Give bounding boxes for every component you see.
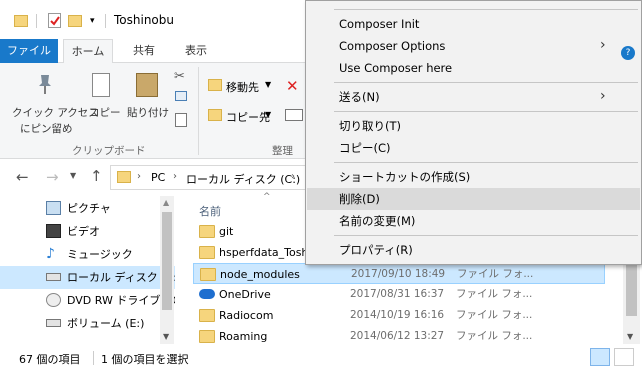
- menu-separator: [334, 82, 638, 83]
- group-clipboard-label: クリップボード: [72, 145, 146, 157]
- group-organize-label: 整理: [272, 145, 293, 157]
- window-title: Toshinobu: [114, 13, 174, 27]
- tab-view[interactable]: 表示: [172, 39, 220, 63]
- drive-icon: [46, 273, 61, 281]
- qat-separator: [36, 14, 37, 28]
- chevron-down-icon: ▼: [265, 80, 272, 89]
- scroll-up-icon[interactable]: ▲: [163, 198, 169, 207]
- menu-item-properties[interactable]: プロパティ(R): [307, 239, 640, 261]
- large-icons-view-icon[interactable]: [614, 348, 634, 366]
- scroll-thumb[interactable]: [162, 212, 172, 310]
- breadcrumb-separator-icon: ›: [137, 171, 141, 182]
- address-bar[interactable]: › PC › ローカル ディスク (C:) ›: [110, 165, 310, 190]
- up-arrow-icon[interactable]: ↑: [90, 167, 103, 185]
- copy-button[interactable]: コピー: [89, 105, 121, 120]
- menu-item-rename[interactable]: 名前の変更(M): [307, 210, 640, 232]
- copy-path-icon[interactable]: [175, 91, 187, 101]
- copy-icon: [92, 73, 110, 97]
- breadcrumb-separator-icon: ›: [173, 171, 177, 182]
- pin-quick-access-label-1[interactable]: クイック アクセス: [12, 105, 99, 120]
- pictures-icon: [46, 201, 61, 215]
- folder-icon: [200, 268, 216, 281]
- menu-item-composer-init[interactable]: Composer Init: [307, 13, 640, 35]
- group-divider: [198, 67, 199, 155]
- rename-icon[interactable]: [285, 109, 303, 121]
- folder-icon: [14, 15, 28, 27]
- new-folder-icon[interactable]: [68, 15, 82, 27]
- back-arrow-icon[interactable]: ←: [16, 168, 29, 186]
- volume-icon: [46, 319, 61, 327]
- nav-item-music[interactable]: ♪ ミュージック: [0, 243, 175, 266]
- context-menu: Composer Init Composer Options › Use Com…: [305, 0, 642, 265]
- video-icon: [46, 224, 61, 238]
- music-icon: ♪: [46, 246, 55, 262]
- breadcrumb-separator-icon: ›: [291, 171, 295, 182]
- move-to-icon: [208, 79, 222, 91]
- dvd-icon: [46, 293, 61, 307]
- menu-item-delete[interactable]: 削除(D): [307, 188, 640, 210]
- qat-separator: [105, 14, 106, 28]
- nav-item-dvd[interactable]: DVD RW ドライブ (D: [0, 289, 177, 312]
- column-header-name[interactable]: 名前: [199, 203, 221, 219]
- paste-button[interactable]: 貼り付け: [127, 105, 169, 120]
- help-icon[interactable]: ?: [621, 46, 635, 60]
- menu-item-composer-options[interactable]: Composer Options: [307, 35, 640, 57]
- folder-icon: [199, 246, 215, 259]
- move-to-button[interactable]: 移動先: [226, 79, 259, 95]
- nav-item-video[interactable]: ビデオ: [0, 220, 175, 243]
- recent-dropdown-icon[interactable]: ▼: [70, 171, 76, 180]
- properties-check-icon[interactable]: [48, 13, 61, 28]
- breadcrumb-local-disk[interactable]: ローカル ディスク (C:): [186, 171, 300, 187]
- menu-separator: [334, 111, 638, 112]
- scroll-thumb[interactable]: [626, 256, 637, 316]
- scroll-down-icon[interactable]: ▼: [163, 332, 169, 341]
- breadcrumb-pc[interactable]: PC: [151, 171, 165, 184]
- pin-quick-access-label-2[interactable]: にピン留め: [20, 121, 73, 136]
- menu-item-use-composer[interactable]: Use Composer here: [307, 57, 640, 79]
- navigation-pane: ピクチャ ビデオ ♪ ミュージック ローカル ディスク (C:) DVD RW …: [0, 196, 181, 344]
- scroll-down-icon[interactable]: ▼: [627, 332, 633, 341]
- submenu-arrow-icon: ›: [600, 88, 606, 104]
- menu-item-create-shortcut[interactable]: ショートカットの作成(S): [307, 166, 640, 188]
- file-row-node-modules[interactable]: node_modules 2017/09/10 18:49 ファイル フォ...: [193, 263, 605, 284]
- menu-item-cut[interactable]: 切り取り(T): [307, 115, 640, 137]
- paste-icon: [136, 73, 158, 97]
- pin-icon: [36, 73, 54, 95]
- qat-dropdown-icon[interactable]: ▾: [90, 16, 95, 26]
- tab-file[interactable]: ファイル: [0, 39, 58, 63]
- copy-to-icon: [208, 109, 222, 121]
- details-view-icon[interactable]: [590, 348, 610, 366]
- sort-up-icon: ^: [263, 192, 271, 202]
- folder-icon: [199, 309, 215, 322]
- submenu-arrow-icon: ›: [600, 37, 606, 53]
- paste-shortcut-icon[interactable]: [175, 113, 187, 127]
- chevron-down-icon: ▼: [265, 110, 272, 119]
- menu-separator: [334, 9, 638, 10]
- status-divider: [93, 351, 94, 365]
- status-bar: 67 個の項目 1 個の項目を選択: [0, 344, 642, 378]
- item-count: 67 個の項目: [19, 353, 81, 366]
- selected-count: 1 個の項目を選択: [101, 353, 189, 366]
- nav-item-pictures[interactable]: ピクチャ: [0, 197, 175, 220]
- delete-icon[interactable]: ✕: [286, 77, 299, 95]
- cloud-icon: [199, 289, 215, 299]
- menu-separator: [334, 162, 638, 163]
- tab-share[interactable]: 共有: [120, 39, 168, 63]
- file-row-radiocom[interactable]: Radiocom 2014/10/19 16:16 ファイル フォ...: [193, 305, 605, 326]
- menu-separator: [334, 235, 638, 236]
- file-row-onedrive[interactable]: OneDrive 2017/08/31 16:37 ファイル フォ...: [193, 284, 605, 305]
- folder-icon: [199, 225, 215, 238]
- nav-item-local-disk[interactable]: ローカル ディスク (C:): [0, 266, 181, 289]
- forward-arrow-icon[interactable]: →: [46, 168, 59, 186]
- menu-item-copy[interactable]: コピー(C): [307, 137, 640, 159]
- tab-home[interactable]: ホーム: [63, 39, 113, 64]
- menu-item-send-to[interactable]: 送る(N): [307, 86, 640, 108]
- copy-to-button[interactable]: コピー先: [226, 109, 270, 125]
- nav-scrollbar[interactable]: ▲ ▼: [160, 196, 174, 344]
- folder-icon: [117, 171, 131, 183]
- folder-icon: [199, 330, 215, 343]
- cut-icon[interactable]: ✂: [174, 69, 185, 84]
- nav-item-volume[interactable]: ボリューム (E:): [0, 312, 175, 335]
